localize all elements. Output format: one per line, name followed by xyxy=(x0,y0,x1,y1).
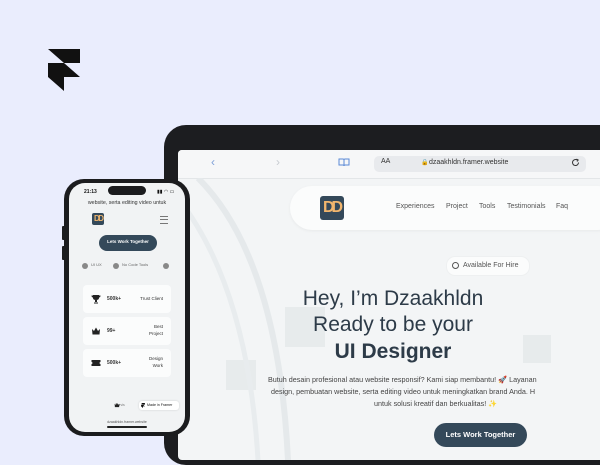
phone-side-button xyxy=(62,226,65,240)
phone-logo-text: DD xyxy=(94,214,104,223)
phone-notch xyxy=(108,186,146,195)
phone-screen: 21:13 ▮▮ ◠ ▭ website, serta editing vide… xyxy=(69,183,185,432)
reload-icon[interactable] xyxy=(571,158,580,167)
forward-icon[interactable]: › xyxy=(276,155,280,169)
framer-badge-icon xyxy=(141,403,145,408)
available-text: Available For Hire xyxy=(463,262,519,269)
tablet-screen: ‹ › AA 🔒 dzaakhldn.framer.website DD Exp… xyxy=(178,150,600,460)
hero-line-2: Ready to be your xyxy=(313,313,473,336)
trophy-icon xyxy=(91,295,101,304)
chip-icon xyxy=(113,263,119,269)
stat-value: 500k+ xyxy=(107,296,122,302)
url-text: dzaakhldn.framer.website xyxy=(429,159,509,166)
ticket-icon xyxy=(91,360,101,366)
nav-tools[interactable]: Tools xyxy=(479,203,495,210)
browser-toolbar: ‹ › AA 🔒 dzaakhldn.framer.website xyxy=(178,150,600,179)
hero-desc-1: Butuh desain profesional atau website re… xyxy=(268,375,537,384)
chip-icon xyxy=(82,263,88,269)
status-icon xyxy=(452,262,459,269)
lets-work-together-button[interactable]: Lets Work Together xyxy=(434,423,527,447)
home-indicator xyxy=(107,426,147,428)
stat-label: Work xyxy=(152,363,163,368)
stat-label: Design xyxy=(148,356,163,361)
hero-desc-3: untuk solusi kreatif dan berkualitas! ✨ xyxy=(374,399,498,408)
lock-icon: 🔒 xyxy=(421,160,429,166)
chip-icon xyxy=(163,263,169,269)
available-badge: Available For Hire xyxy=(446,256,530,276)
stat-label: Trust Client xyxy=(140,296,163,301)
status-icons: ▮▮ ◠ ▭ xyxy=(157,189,175,195)
badge-text: Made in Framer xyxy=(147,403,173,407)
hero-line-3: UI Designer xyxy=(334,340,452,363)
phone-cta-button[interactable]: Lets Work Together xyxy=(99,235,157,251)
phone-url: dzaakhldn.framer.website xyxy=(107,420,147,424)
crown-icon xyxy=(114,402,120,408)
phone-side-button xyxy=(62,246,65,260)
framer-logo-icon xyxy=(48,49,80,91)
phone-time: 21:13 xyxy=(84,189,97,195)
stat-label: Project xyxy=(148,331,163,336)
site-navbar: DD Experiences Project Tools Testimonial… xyxy=(290,186,600,230)
site-logo-text: DD xyxy=(323,199,343,216)
crown-icon xyxy=(92,327,100,335)
phone-cta-label: Lets Work Together xyxy=(107,239,149,244)
chip-nocode: No Code Tools xyxy=(122,262,149,267)
stat-card-projects: 99+ Best Project xyxy=(83,317,171,345)
reader-aa[interactable]: AA xyxy=(381,158,390,165)
stat-label: Best xyxy=(153,324,163,329)
chip-uiux: UI UX xyxy=(91,262,102,267)
nav-project[interactable]: Project xyxy=(446,203,468,210)
nav-experiences[interactable]: Experiences xyxy=(396,203,435,210)
nav-faq[interactable]: Faq xyxy=(556,203,568,210)
book-icon[interactable] xyxy=(338,158,350,167)
stat-value: 99+ xyxy=(107,328,116,334)
cta-label: Lets Work Together xyxy=(445,430,516,439)
stat-card-design: 500k+ Design Work xyxy=(83,349,171,377)
stat-card-clients: 500k+ Trust Client xyxy=(83,285,171,313)
hero-line-1: Hey, I’m Dzaakhldn xyxy=(302,287,484,310)
menu-icon[interactable] xyxy=(160,216,168,224)
address-bar[interactable]: AA 🔒 dzaakhldn.framer.website xyxy=(374,156,586,172)
hero-desc-2: design, pembuatan website, serta editing… xyxy=(271,387,536,396)
nav-testimonials[interactable]: Testimonials xyxy=(507,203,546,210)
made-in-framer-badge[interactable]: Made in Framer xyxy=(139,401,179,410)
phone-site-logo[interactable]: DD xyxy=(92,213,104,225)
stat-value: 500k+ xyxy=(107,360,122,366)
phone-header-text: website, serta editing video untuk xyxy=(87,200,167,206)
back-icon[interactable]: ‹ xyxy=(211,155,215,169)
site-logo[interactable]: DD xyxy=(320,196,344,220)
